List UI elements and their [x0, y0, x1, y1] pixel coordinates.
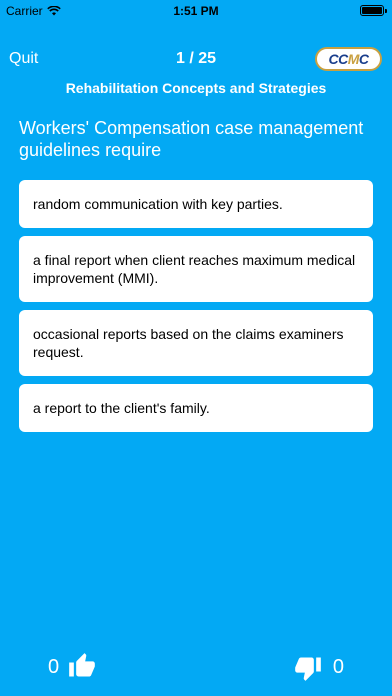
thumbs-up-icon[interactable] [68, 652, 96, 680]
answer-option-4[interactable]: a report to the client's family. [19, 384, 373, 432]
like-count: 0 [48, 656, 60, 678]
answer-option-2[interactable]: a final report when client reaches maxim… [19, 236, 373, 302]
battery-icon [360, 5, 387, 16]
answer-option-3[interactable]: occasional reports based on the claims e… [19, 310, 373, 376]
ccmc-logo: CC M C [315, 47, 382, 71]
question-text: Workers' Compensation case management gu… [19, 118, 364, 160]
category-title: Rehabilitation Concepts and Strategies [65, 80, 327, 96]
nav-bar: Quit 1 / 25 CC M C [0, 44, 392, 74]
feedback-bar: 0 0 [0, 652, 392, 682]
answer-option-1[interactable]: random communication with key parties. [19, 180, 373, 228]
dislike-count: 0 [332, 656, 344, 678]
status-time: 1:51 PM [173, 4, 219, 18]
answer-list: random communication with key parties. a… [19, 180, 373, 440]
thumbs-down-icon[interactable] [294, 654, 322, 682]
status-bar: Carrier 1:51 PM [0, 0, 392, 22]
